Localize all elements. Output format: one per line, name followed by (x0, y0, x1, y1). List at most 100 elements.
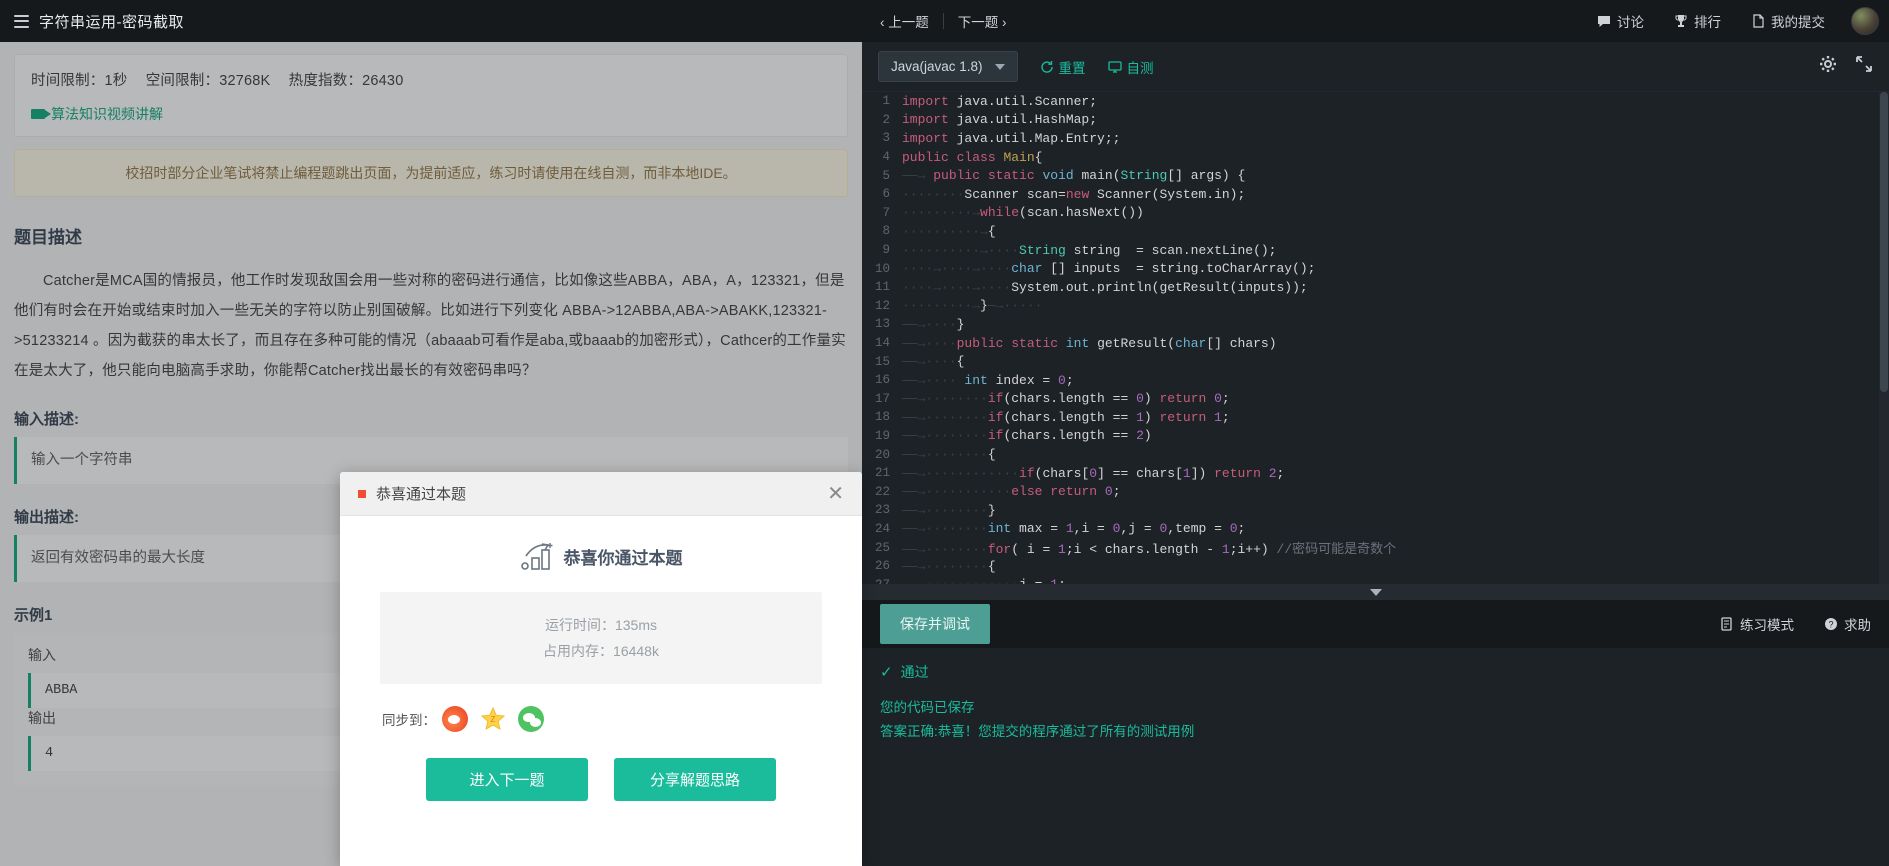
code-text: ——→········int max = 1,i = 0,j = 0,temp … (902, 521, 1246, 537)
runtime-value: 运行时间：135ms (544, 617, 658, 633)
hamburger-icon[interactable] (14, 14, 29, 28)
line-number: 20 (874, 447, 890, 462)
help-label: 求助 (1844, 618, 1871, 633)
language-value: Java(javac 1.8) (891, 59, 983, 74)
line-number: 19 (874, 428, 890, 443)
close-icon[interactable]: ✕ (823, 482, 848, 506)
code-line: 16 ——→···· int index = 0; (862, 371, 1889, 390)
description-heading: 题目描述 (14, 228, 82, 247)
line-number: 18 (874, 410, 890, 425)
code-text: ·········→}—→····· (902, 298, 1043, 314)
line-number: 13 (874, 317, 890, 332)
line-number: 25 (874, 540, 890, 555)
chevron-down-icon (1369, 588, 1382, 596)
code-text: ——→········{ (902, 558, 996, 574)
time-limit: 时间限制：1秒 (31, 73, 128, 89)
code-text: ··········→{ (902, 223, 996, 239)
heat-index: 热度指数：26430 (288, 73, 404, 89)
code-text: ——→········if(chars.length == 2) (902, 428, 1152, 444)
next-problem-link[interactable]: 下一题 › (958, 11, 1007, 31)
line-number: 9 (882, 243, 890, 258)
congrats-row: 恭喜你通过本题 (380, 542, 822, 570)
app-root: 字符串运用-密码截取 时间限制：1秒 空间限制：32768K 热度指数：2643… (0, 0, 1889, 866)
code-text: ····→····→····char [] inputs = string.to… (902, 261, 1316, 277)
svg-text:Z: Z (491, 715, 496, 724)
modal-title: 恭喜通过本题 (376, 486, 467, 503)
weibo-icon[interactable] (442, 706, 468, 732)
memory-value: 占用内存：16448k (543, 643, 659, 659)
settings-button[interactable] (1819, 55, 1837, 78)
code-text: ········Scanner scan=new Scanner(System.… (902, 186, 1246, 202)
line-number: 14 (874, 336, 890, 351)
code-text: ··········→····String string = scan.next… (902, 242, 1277, 258)
reset-label: 重置 (1058, 60, 1086, 76)
line-number: 5 (882, 168, 890, 183)
code-text: ——→····{ (902, 354, 965, 370)
code-editor[interactable]: 1 import java.util.Scanner; 2 import java.u… (862, 92, 1889, 600)
practice-mode-label: 练习模式 (1740, 618, 1794, 633)
language-select[interactable]: Java(javac 1.8) (878, 51, 1018, 82)
my-submissions-button[interactable]: 我的提交 (1751, 11, 1825, 31)
reset-button[interactable]: 重置 (1040, 57, 1086, 77)
refresh-icon (1040, 60, 1054, 74)
code-line: 14 ——→····public static int getResult(cha… (862, 334, 1889, 353)
save-debug-button[interactable]: 保存并调试 (880, 604, 990, 644)
share-solution-button[interactable]: 分享解题思路 (614, 758, 776, 801)
next-problem-button[interactable]: 进入下一题 (426, 758, 588, 801)
code-line: 17 ——→········if(chars.length == 0) retur… (862, 390, 1889, 409)
code-line: 9 ··········→····String string = scan.nex… (862, 241, 1889, 260)
editor-top-bar: ‹ 上一题 下一题 › 讨论 排行 我的提交 (862, 0, 1889, 42)
share-row: 同步到： Z (380, 706, 822, 732)
code-text: ——→···········else return 0; (902, 484, 1121, 500)
user-avatar[interactable] (1851, 7, 1879, 35)
selftest-button[interactable]: 自测 (1107, 57, 1154, 77)
result-line-saved: 您的代码已保存 (880, 700, 975, 715)
note-icon (1720, 616, 1734, 632)
code-line: 11 ····→····→····System.out.println(getRe… (862, 278, 1889, 297)
code-line: 4 public class Main{ (862, 148, 1889, 167)
chart-growth-icon (520, 542, 554, 570)
code-line: 6 ········Scanner scan=new Scanner(System… (862, 185, 1889, 204)
help-button[interactable]: ? 求助 (1824, 614, 1871, 634)
modal-actions: 进入下一题 分享解题思路 (380, 758, 822, 801)
practice-mode-button[interactable]: 练习模式 (1720, 614, 1794, 634)
line-number: 24 (874, 521, 890, 536)
line-number: 7 (882, 205, 890, 220)
result-status: ✓ 通过 (880, 662, 1871, 682)
code-line: 10 ····→····→····char [] inputs = string.… (862, 259, 1889, 278)
editor-scrollbar[interactable] (1879, 92, 1889, 600)
wechat-icon[interactable] (518, 706, 544, 732)
video-tutorial-link[interactable]: 算法知识视频讲解 (31, 104, 831, 124)
line-number: 23 (874, 503, 890, 518)
line-number: 12 (874, 298, 890, 313)
line-number: 10 (874, 261, 890, 276)
nav-divider (942, 13, 944, 29)
code-line: 23 ——→········} (862, 501, 1889, 520)
selftest-label: 自测 (1126, 60, 1154, 76)
line-number: 8 (882, 224, 890, 239)
prev-problem-link[interactable]: ‹ 上一题 (880, 11, 929, 31)
qzone-icon[interactable]: Z (480, 706, 506, 732)
camera-icon (31, 109, 51, 119)
ranking-button[interactable]: 排行 (1674, 11, 1721, 31)
success-modal: 恭喜通过本题 ✕ 恭喜你通过本题 运行时间：135ms 占用内存：16448k … (340, 472, 862, 866)
line-number: 6 (882, 187, 890, 202)
code-line: 24 ——→········int max = 1,i = 0,j = 0,tem… (862, 520, 1889, 539)
code-line: 22 ——→···········else return 0; (862, 482, 1889, 501)
code-text: ·········→while(scan.hasNext()) (902, 205, 1144, 221)
discussion-button[interactable]: 讨论 (1597, 11, 1644, 31)
code-text: ——→········if(chars.length == 1) return … (902, 409, 1230, 425)
fullscreen-button[interactable] (1855, 55, 1873, 78)
code-text: import java.util.Map.Entry;; (902, 130, 1121, 146)
bullet-icon (358, 489, 366, 498)
svg-text:?: ? (1828, 619, 1833, 629)
code-line: 15 ——→····{ (862, 352, 1889, 371)
share-label: 同步到： (382, 713, 436, 728)
code-line: 26 ——→········{ (862, 557, 1889, 576)
result-panel: ✓ 通过 您的代码已保存 答案正确:恭喜！您提交的程序通过了所有的测试用例 ht… (862, 648, 1889, 866)
discussion-label: 讨论 (1617, 15, 1644, 30)
exam-notice: 校招时部分企业笔试将禁止编程题跳出页面，为提前适应，练习时请使用在线自测，而非本… (14, 149, 848, 197)
editor-scrollbar-thumb[interactable] (1880, 92, 1888, 392)
editor-scroll-down-button[interactable] (862, 584, 1889, 600)
code-text: ——→····public static int getResult(char[… (902, 335, 1277, 351)
